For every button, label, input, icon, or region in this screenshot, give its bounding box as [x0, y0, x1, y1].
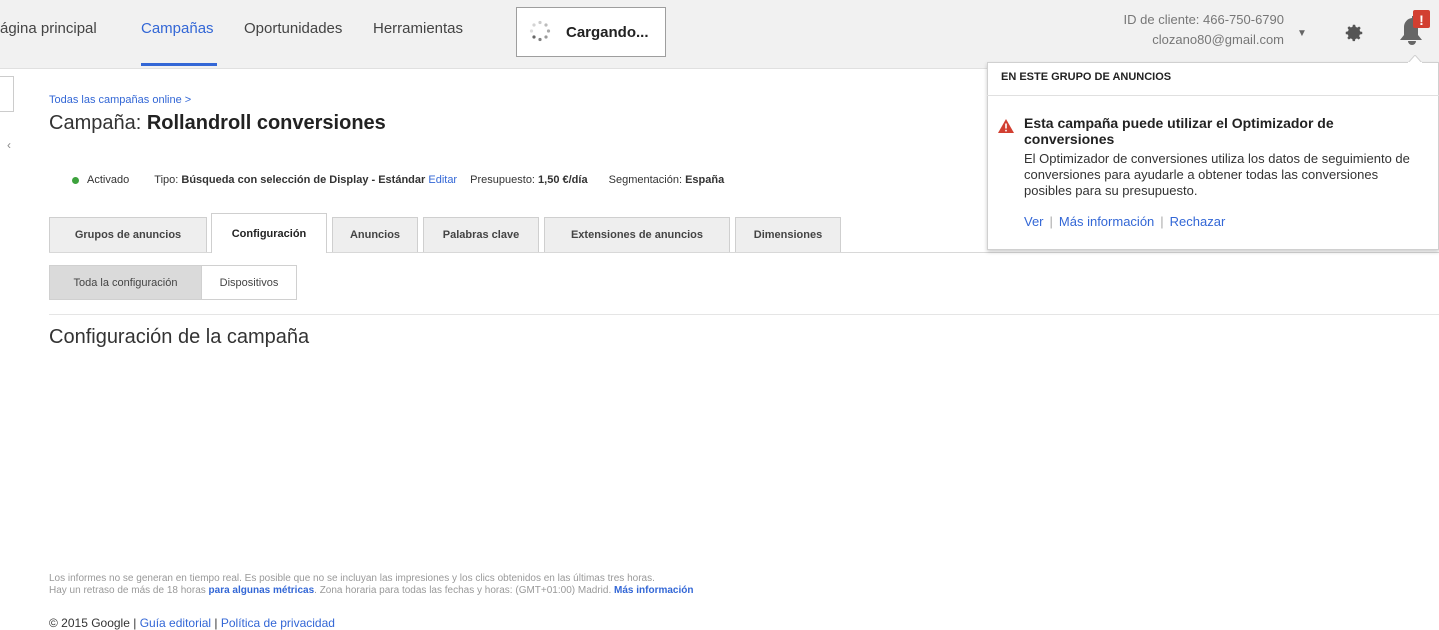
footer-separator: |: [129, 616, 140, 630]
segment-label: Segmentación:: [608, 174, 686, 186]
tab-ads[interactable]: Anuncios: [332, 217, 418, 252]
spinner-icon: [529, 20, 551, 42]
footer-separator-2: |: [211, 616, 221, 630]
footnote-line-1: Los informes no se generan en tiempo rea…: [49, 573, 655, 584]
more-info-popup-link[interactable]: Más información: [1059, 214, 1154, 229]
budget-value: 1,50 €/día: [538, 174, 588, 186]
editorial-guide-link[interactable]: Guía editorial: [140, 616, 211, 630]
warning-icon: [998, 119, 1014, 133]
status-label: Activado: [87, 174, 130, 186]
nav-tools[interactable]: Herramientas: [373, 20, 463, 37]
footnote-line-2: Hay un retraso de más de 18 horas para a…: [49, 585, 693, 597]
account-dropdown-icon[interactable]: ▼: [1297, 28, 1307, 39]
nav-opportunities[interactable]: Oportunidades: [244, 20, 342, 37]
loading-text: Cargando...: [566, 24, 649, 41]
campaign-status-row: Activado Tipo: Búsqueda con selección de…: [87, 174, 724, 186]
more-info-link[interactable]: Más información: [614, 585, 693, 596]
nav-active-indicator: [141, 63, 217, 66]
popup-actions: Ver | Más información | Rechazar: [1024, 214, 1225, 229]
campaign-title-prefix: Campaña:: [49, 112, 147, 134]
budget-label: Presupuesto:: [470, 174, 539, 186]
gear-icon[interactable]: [1343, 22, 1365, 44]
segment-value: España: [685, 174, 725, 186]
collapse-left-icon[interactable]: ‹: [7, 138, 11, 152]
page-title: Campaña: Rollandroll conversiones: [49, 112, 386, 135]
campaign-name: Rollandroll conversiones: [146, 112, 386, 134]
notification-bell-icon[interactable]: !: [1396, 10, 1430, 46]
popup-body: El Optimizador de conversiones utiliza l…: [1024, 151, 1410, 198]
reject-link[interactable]: Rechazar: [1170, 214, 1226, 229]
footnote-text-a: Hay un retraso de más de 18 horas: [49, 585, 209, 596]
footnote-text-b: . Zona horaria para todas las fechas y h…: [314, 585, 615, 596]
client-id: ID de cliente: 466-750-6790: [1123, 12, 1284, 27]
tab-dimensions[interactable]: Dimensiones: [735, 217, 841, 252]
section-title: Configuración de la campaña: [49, 326, 310, 348]
tab-settings[interactable]: Configuración: [211, 213, 327, 253]
tab-ad-groups[interactable]: Grupos de anuncios: [49, 217, 207, 252]
type-value: Búsqueda con selección de Display - Está…: [181, 174, 426, 186]
type-label: Tipo:: [154, 174, 182, 186]
report-footnote: Los informes no se generan en tiempo rea…: [49, 573, 693, 597]
privacy-policy-link[interactable]: Política de privacidad: [221, 616, 335, 630]
metrics-link[interactable]: para algunas métricas: [209, 585, 315, 596]
copyright-text: © 2015 Google: [49, 616, 130, 630]
status-active-dot: [72, 177, 79, 184]
popup-title: Esta campaña puede utilizar el Optimizad…: [1024, 115, 1334, 147]
copyright-row: © 2015 Google | Guía editorial | Polític…: [49, 616, 335, 630]
notification-badge: !: [1419, 12, 1424, 28]
nav-campaigns[interactable]: Campañas: [141, 20, 214, 37]
popup-separator: |: [1049, 214, 1053, 229]
account-info[interactable]: ID de cliente: 466-750-6790 clozano80@gm…: [1124, 10, 1284, 50]
tab-ad-extensions[interactable]: Extensiones de anuncios: [544, 217, 730, 252]
view-link[interactable]: Ver: [1024, 214, 1044, 229]
edit-link[interactable]: Editar: [428, 174, 457, 186]
popup-header: EN ESTE GRUPO DE ANUNCIOS: [1001, 71, 1172, 83]
nav-home[interactable]: ágina principal: [0, 20, 97, 37]
subtab-devices[interactable]: Dispositivos: [201, 265, 297, 300]
breadcrumb[interactable]: Todas las campañas online >: [49, 94, 191, 106]
tab-keywords[interactable]: Palabras clave: [423, 217, 539, 252]
account-email: clozano80@gmail.com: [1152, 32, 1284, 47]
left-panel-toggle[interactable]: [0, 76, 14, 112]
section-divider: [49, 314, 1439, 315]
subtab-all-settings[interactable]: Toda la configuración: [49, 265, 202, 300]
popup-separator-2: |: [1160, 214, 1164, 229]
